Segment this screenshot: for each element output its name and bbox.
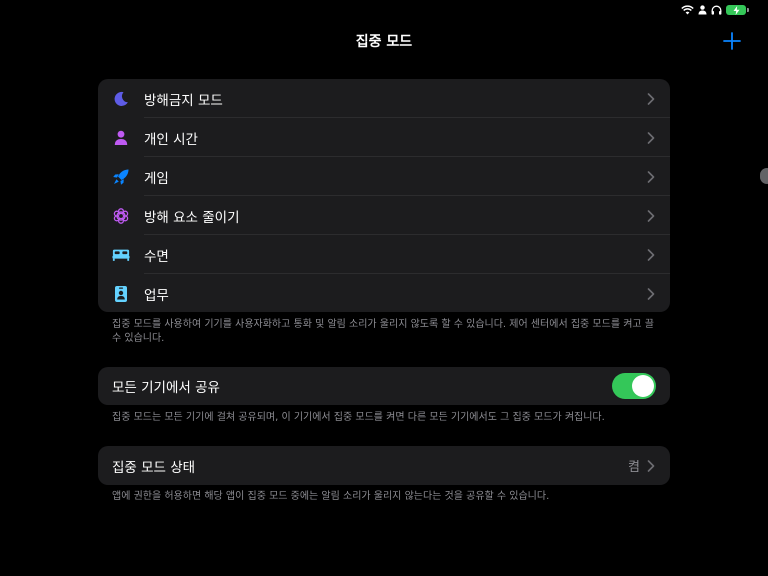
wifi-icon bbox=[681, 5, 694, 15]
page-title: 집중 모드 bbox=[355, 34, 413, 50]
focus-item-do-not-disturb[interactable]: 방해금지 모드 bbox=[98, 79, 670, 118]
focus-modes-list: 방해금지 모드 개인 시간 게임 방해 요소 줄이기 수면 업무 bbox=[98, 79, 670, 312]
moon-icon bbox=[112, 90, 130, 108]
focus-item-label: 방해금지 모드 bbox=[144, 92, 223, 109]
battery-icon bbox=[726, 5, 749, 15]
focus-status-label: 집중 모드 상태 bbox=[112, 459, 196, 476]
focus-item-sleep[interactable]: 수면 bbox=[98, 235, 670, 274]
focus-item-label: 수면 bbox=[144, 248, 169, 265]
focus-item-gaming[interactable]: 게임 bbox=[98, 157, 670, 196]
focus-item-personal[interactable]: 개인 시간 bbox=[98, 118, 670, 157]
charging-bolt-icon bbox=[733, 5, 739, 15]
plus-icon bbox=[723, 32, 741, 50]
rocket-icon bbox=[112, 168, 130, 186]
focus-status-footer: 앱에 권한을 허용하면 해당 앱이 집중 모드 중에는 알림 소리가 울리지 않… bbox=[112, 491, 550, 502]
work-badge-icon bbox=[112, 285, 130, 303]
focus-status-value: 켬 bbox=[628, 460, 640, 475]
share-across-devices-row: 모든 기기에서 공유 bbox=[98, 367, 670, 405]
chevron-right-icon bbox=[647, 209, 655, 222]
focus-modes-footer: 집중 모드를 사용하여 기기를 사용자화하고 통화 및 알림 소리가 울리지 않… bbox=[112, 319, 654, 344]
focus-item-label: 방해 요소 줄이기 bbox=[144, 209, 240, 226]
headphones-icon bbox=[711, 5, 722, 15]
share-across-devices-toggle[interactable] bbox=[612, 373, 656, 399]
focus-item-reduce-interruptions[interactable]: 방해 요소 줄이기 bbox=[98, 196, 670, 235]
chevron-right-icon bbox=[647, 92, 655, 105]
focus-item-work[interactable]: 업무 bbox=[98, 274, 670, 312]
chevron-right-icon bbox=[647, 287, 655, 300]
chevron-right-icon bbox=[647, 170, 655, 183]
person-status-icon bbox=[698, 5, 707, 15]
scroll-handle[interactable] bbox=[760, 168, 768, 184]
focus-status-row[interactable]: 집중 모드 상태 켬 bbox=[98, 446, 670, 485]
chevron-right-icon bbox=[647, 131, 655, 144]
person-icon bbox=[112, 129, 130, 147]
reduce-interruptions-icon bbox=[112, 207, 130, 225]
focus-item-label: 게임 bbox=[144, 170, 169, 187]
share-footer: 집중 모드는 모든 기기에 걸쳐 공유되며, 이 기기에서 집중 모드를 켜면 … bbox=[112, 412, 605, 423]
focus-settings-screen: 집중 모드 방해금지 모드 개인 시간 게임 방해 요소 줄이기 수면 업무 집… bbox=[0, 0, 768, 576]
chevron-right-icon bbox=[647, 459, 655, 472]
toggle-knob bbox=[632, 375, 654, 397]
chevron-right-icon bbox=[647, 248, 655, 261]
focus-item-label: 개인 시간 bbox=[144, 131, 198, 148]
focus-item-label: 업무 bbox=[144, 287, 169, 304]
bed-icon bbox=[112, 246, 130, 264]
status-bar bbox=[681, 3, 749, 17]
share-across-devices-label: 모든 기기에서 공유 bbox=[112, 380, 220, 396]
add-focus-button[interactable] bbox=[722, 31, 742, 51]
